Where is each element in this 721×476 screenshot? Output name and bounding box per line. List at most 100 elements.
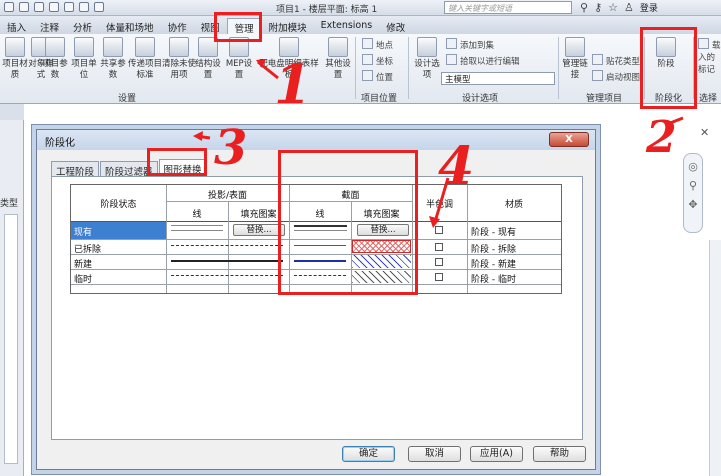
- annotation-box-graphic-tab: [147, 148, 207, 176]
- annotation-box-phases: [640, 27, 697, 109]
- group-settings: 设置: [118, 94, 137, 104]
- project-units-button[interactable]: 项目单位: [69, 37, 99, 81]
- line-sample-existing: [171, 225, 223, 231]
- decal-types-button[interactable]: 贴花类型: [592, 54, 640, 67]
- view-close-icon[interactable]: ✕: [700, 126, 709, 139]
- tab-addins[interactable]: 附加模块: [262, 18, 314, 34]
- dialog-title-bar: 阶段化 X: [37, 130, 595, 150]
- switch-window-icon[interactable]: [94, 2, 104, 12]
- tab-massing[interactable]: 体量和场地: [99, 18, 161, 34]
- ribbon-panel: 项目材质 对象样式 项目参数 项目单位 共享参数 传递项目标准 清除未使用项 结…: [0, 34, 721, 104]
- location-button[interactable]: 地点: [362, 38, 393, 51]
- key-icon[interactable]: ⚷: [594, 1, 602, 14]
- transfer-standards-button[interactable]: 传递项目标准: [127, 37, 163, 81]
- row-material-temporary: 阶段 - 临时: [471, 275, 516, 285]
- row-material-existing: 阶段 - 现有: [471, 228, 516, 238]
- navigation-bar: ◎ ⚲ ✥: [683, 153, 703, 233]
- binoculars-icon[interactable]: ⚲: [580, 1, 588, 14]
- group-design-options: 设计选项: [462, 94, 499, 104]
- line-sample-demolished: [171, 245, 283, 247]
- quick-access-toolbar: [4, 2, 104, 12]
- cancel-button[interactable]: 取消: [408, 446, 461, 462]
- line-sample-new: [171, 260, 283, 262]
- group-select: 选择: [699, 94, 718, 104]
- row-material-new: 阶段 - 新建: [471, 260, 516, 270]
- search-input[interactable]: 键入关键字或短语: [444, 1, 572, 14]
- apply-button[interactable]: 应用(A): [470, 446, 523, 462]
- login-link[interactable]: 登录: [640, 1, 658, 14]
- halftone-checkbox-temporary[interactable]: [435, 273, 443, 281]
- structural-settings-button[interactable]: 结构设置: [193, 37, 223, 81]
- units-icon: [74, 37, 94, 57]
- user-icon[interactable]: ♙: [624, 1, 634, 14]
- tab-modify[interactable]: 修改: [379, 18, 412, 34]
- properties-panel: 类型: [0, 120, 24, 476]
- 3d-view-icon[interactable]: [64, 2, 74, 12]
- row-material-demolished: 阶段 - 拆除: [471, 245, 516, 255]
- tab-project-phases[interactable]: 工程阶段: [51, 161, 100, 178]
- halftone-checkbox-new[interactable]: [435, 258, 443, 266]
- halftone-checkbox-existing[interactable]: [435, 226, 443, 234]
- window-title: 项目1 - 楼层平面: 标高 1: [276, 5, 378, 15]
- group-project-location: 项目位置: [361, 94, 398, 104]
- tab-collaborate[interactable]: 协作: [161, 18, 194, 34]
- annotation-number-1: 1: [274, 52, 312, 116]
- annotation-number-2: 2: [646, 112, 677, 163]
- tab-analyze[interactable]: 分析: [66, 18, 99, 34]
- line-sample-temporary: [171, 275, 283, 277]
- shared-parameters-icon: [103, 37, 123, 57]
- row-status-existing: 现有: [74, 228, 93, 238]
- annotation-box-cut-columns: [278, 150, 418, 295]
- shared-parameters-button[interactable]: 共享参数: [98, 37, 128, 81]
- position-button[interactable]: 位置: [362, 70, 393, 83]
- steering-wheel-icon[interactable]: ◎: [684, 160, 702, 173]
- header-material: 材质: [504, 200, 523, 210]
- text-icon[interactable]: [49, 2, 59, 12]
- measure-icon[interactable]: [34, 2, 44, 12]
- design-options-icon: [417, 37, 437, 57]
- vertical-scrollbar[interactable]: [709, 240, 721, 476]
- properties-list[interactable]: [4, 214, 18, 464]
- transfer-icon: [135, 37, 155, 57]
- pick-to-edit-button[interactable]: 拾取以进行编辑: [446, 54, 520, 67]
- add-to-set-button[interactable]: 添加到集: [446, 38, 494, 51]
- open-icon[interactable]: [4, 2, 14, 12]
- ribbon-tabs: 插入 注释 分析 体量和场地 协作 视图 管理 附加模块 Extensions …: [0, 16, 721, 35]
- manage-links-button[interactable]: 管理链接: [560, 37, 590, 81]
- zoom-icon[interactable]: ⚲: [684, 179, 702, 192]
- annotation-number-4: 4: [438, 136, 475, 197]
- dialog-close-button[interactable]: X: [549, 132, 589, 147]
- star-icon[interactable]: ☆: [608, 1, 618, 14]
- purge-icon: [169, 37, 189, 57]
- tab-extensions[interactable]: Extensions: [314, 18, 380, 34]
- mep-settings-button[interactable]: MEP设置: [224, 37, 254, 81]
- annotation-box-manage-tab: [214, 12, 262, 42]
- row-status-temporary: 临时: [74, 275, 93, 285]
- tab-insert[interactable]: 插入: [0, 18, 33, 34]
- section-icon[interactable]: [79, 2, 89, 12]
- project-parameters-button[interactable]: 项目参数: [40, 37, 70, 81]
- type-label: 类型: [0, 199, 19, 209]
- help-button[interactable]: 帮助: [533, 446, 586, 462]
- ok-button[interactable]: 确定: [342, 446, 395, 462]
- starting-view-button[interactable]: 启动视图: [592, 70, 640, 83]
- header-projection-line: 线: [192, 210, 202, 220]
- tab-annotate[interactable]: 注释: [33, 18, 66, 34]
- annotation-number-3: 3: [214, 120, 248, 176]
- header-phase-status: 阶段状态: [100, 200, 137, 210]
- title-bar: 项目1 - 楼层平面: 标高 1 键入关键字或短语 ⚲ ⚷ ☆ ♙ 登录: [0, 0, 721, 16]
- group-manage-project: 管理项目: [586, 94, 623, 104]
- pan-icon[interactable]: ✥: [684, 198, 702, 211]
- wrench-icon: [328, 37, 348, 57]
- other-settings-button[interactable]: 其他设置: [323, 37, 353, 81]
- materials-icon: [5, 37, 25, 57]
- row-status-demolished: 已拆除: [74, 245, 102, 255]
- coordinates-button[interactable]: 坐标: [362, 54, 393, 67]
- save-icon[interactable]: [19, 2, 29, 12]
- halftone-checkbox-demolished[interactable]: [435, 243, 443, 251]
- dialog-title: 阶段化: [45, 138, 75, 149]
- design-options-button[interactable]: 设计选项: [412, 37, 442, 81]
- design-option-select[interactable]: 主模型: [441, 72, 555, 85]
- load-selection-button[interactable]: 载入的标记: [698, 38, 721, 75]
- header-projection: 投影/表面: [207, 191, 248, 201]
